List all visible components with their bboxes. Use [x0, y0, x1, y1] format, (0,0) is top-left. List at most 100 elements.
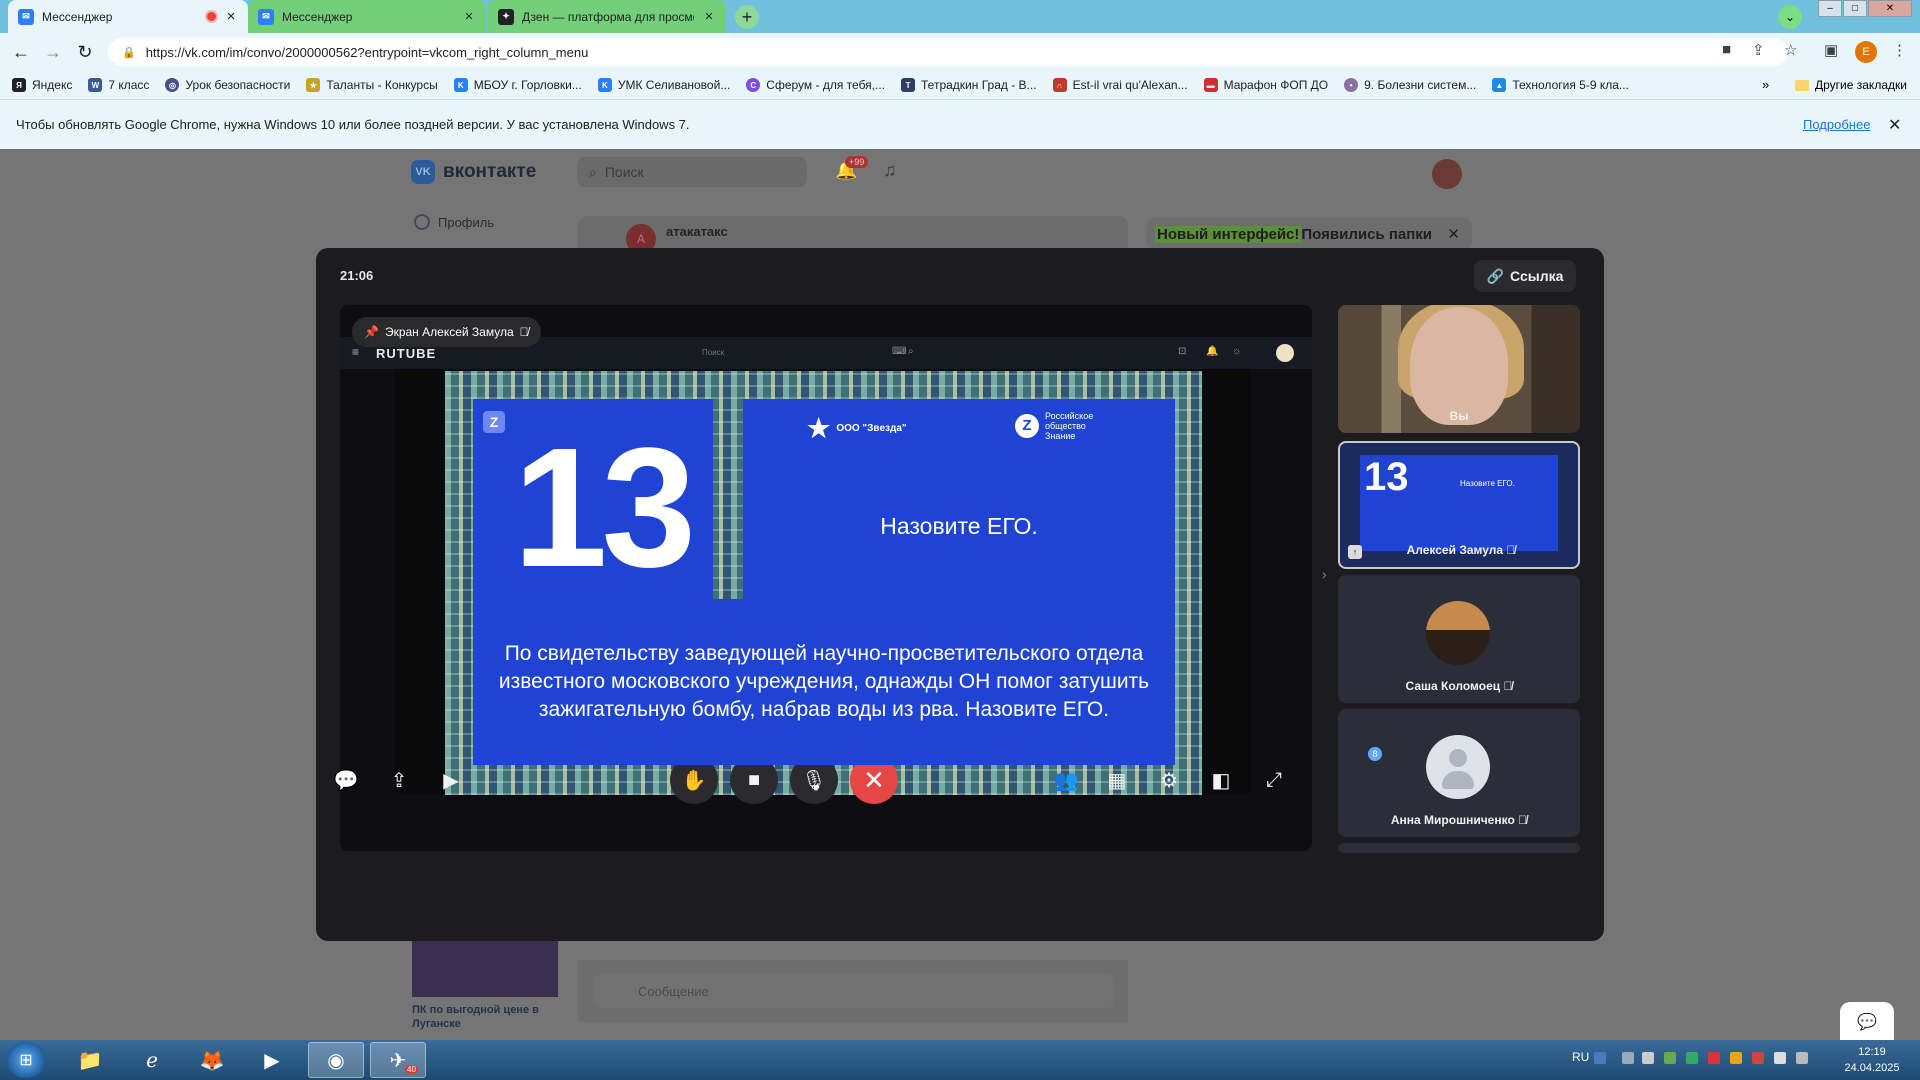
sidebar-item-profile[interactable]: Профиль [414, 214, 494, 230]
other-bookmarks-folder[interactable]: Другие закладки [1795, 71, 1907, 99]
bookmark-favicon-icon: K [453, 78, 468, 92]
side-panel-icon[interactable]: ▣ [1824, 41, 1838, 59]
start-button[interactable]: ⊞ [6, 1042, 46, 1078]
tray-app-icon[interactable] [1730, 1052, 1742, 1064]
chat-bubble-icon[interactable]: 💬 [1840, 1002, 1894, 1042]
participant-tile-screen[interactable]: 13 Назовите ЕГО. ↑ Алексей Замула 🎙̸ [1338, 441, 1580, 569]
bookmark-item[interactable]: Т Тетрадкин Град - В... [901, 78, 1037, 92]
tab-messenger-1[interactable]: ✉ Мессенджер × [8, 0, 248, 33]
telegram-icon[interactable]: ✈ 40 [370, 1042, 426, 1078]
reload-button[interactable]: ↻ [73, 40, 97, 64]
more-bookmarks-chevron-icon[interactable]: » [1762, 77, 1769, 92]
tray-app-icon[interactable] [1708, 1052, 1720, 1064]
bookmark-favicon-icon: K [597, 78, 612, 92]
speaker-muted-icon[interactable] [1796, 1052, 1808, 1064]
ad-image[interactable] [412, 940, 558, 997]
vk-search-input[interactable]: ⌕ Поиск [577, 157, 807, 187]
tab-messenger-2[interactable]: ✉ Мессенджер × [248, 0, 486, 33]
participant-name-row: Алексей Замула 🎙̸ [1340, 543, 1578, 557]
minimize-window-button[interactable]: – [1818, 0, 1842, 17]
fullscreen-icon[interactable]: ⤢ [1250, 756, 1298, 804]
participant-tile[interactable]: Саша Коломоец 🎙̸ [1338, 575, 1580, 703]
bookmark-star-icon[interactable]: ☆ [1784, 41, 1797, 59]
back-button[interactable]: ← [9, 40, 33, 64]
display-icon[interactable] [1774, 1052, 1786, 1064]
volume-icon[interactable] [1642, 1052, 1654, 1064]
chevron-right-icon[interactable]: › [1322, 566, 1327, 582]
call-link-button[interactable]: 🔗 Ссылка [1474, 260, 1576, 292]
camera-in-use-icon[interactable]: ■ [1722, 41, 1731, 58]
tray-app-icon[interactable] [1686, 1052, 1698, 1064]
address-bar[interactable]: 🔒 https://vk.com/im/convo/2000000562?ent… [108, 38, 1788, 66]
message-input[interactable]: Сообщение [594, 974, 1114, 1008]
maximize-window-button[interactable]: □ [1843, 0, 1867, 17]
explorer-icon[interactable]: 📁 [62, 1042, 118, 1078]
rutube-logo: RUTUBE [376, 346, 437, 361]
browser-tab-strip: ✉ Мессенджер × ✉ Мессенджер × ✦ Дзен — п… [0, 0, 1920, 33]
minimize-call-icon[interactable]: ◧ [1197, 756, 1245, 804]
zvezda-logo: ★ ООО "Звезда" [807, 413, 907, 444]
theme-icon: ☼ [1232, 346, 1242, 357]
question-title-panel: ★ ООО "Звезда" Z Российское общество Зна… [743, 399, 1175, 609]
music-icon[interactable]: ♫ [883, 160, 897, 181]
close-icon[interactable]: ✕ [1447, 225, 1460, 243]
new-tab-button[interactable]: + [735, 5, 759, 29]
bookmark-label: 7 класс [108, 78, 150, 92]
bookmarks-bar: Я Яндекс W 7 класс ◎ Урок безопасности ★ Тал… [0, 71, 1920, 99]
participant-tile[interactable]: Анна Мирошниченко 🎙̸ [1338, 709, 1580, 837]
share-icon[interactable]: ⇪ [1752, 41, 1765, 59]
participant-name: Вы [1449, 409, 1469, 423]
network-icon[interactable] [1622, 1052, 1634, 1064]
forward-button[interactable]: → [41, 40, 65, 64]
bookmark-item[interactable]: K МБОУ г. Горловки... [453, 78, 582, 92]
chrome-icon[interactable]: ◉ [308, 1042, 364, 1078]
bookmark-item[interactable]: Я Яндекс [12, 78, 72, 92]
upload-icon: ⊡ [1178, 346, 1187, 357]
system-clock[interactable]: 12:19 24.04.2025 [1832, 1044, 1912, 1076]
bookmark-item[interactable]: K УМК Селивановой... [597, 78, 730, 92]
infobar-learn-more-link[interactable]: Подробнее [1803, 117, 1870, 132]
ad-caption[interactable]: ПК по выгодной цене в Луганске [412, 1003, 562, 1031]
pinned-screen-label[interactable]: 📌 Экран Алексей Замула 🎙̸ [352, 317, 541, 347]
chat-icon[interactable] [274, 756, 322, 804]
media-player-icon[interactable]: ▶ [244, 1042, 300, 1078]
close-tab-icon[interactable]: × [702, 8, 716, 25]
close-tab-icon[interactable]: × [462, 8, 476, 25]
bookmark-item[interactable]: W 7 класс [88, 78, 149, 92]
user-avatar[interactable] [1432, 159, 1462, 189]
bookmark-item[interactable]: ∩ Est-il vrai qu'Alexan... [1052, 78, 1188, 92]
close-icon[interactable]: ✕ [1888, 115, 1901, 135]
vk-search-placeholder: Поиск [604, 164, 644, 180]
tab-dzen[interactable]: ✦ Дзен — платформа для просмо × [488, 0, 726, 33]
bookmark-item[interactable]: ▲ Технология 5-9 кла... [1492, 78, 1629, 92]
browser-toolbar: ← → ↻ 🔒 https://vk.com/im/convo/20000005… [0, 33, 1920, 71]
close-tab-icon[interactable]: × [224, 8, 238, 25]
bookmark-item[interactable]: С Сферум - для тебя,... [746, 78, 885, 92]
share-screen-icon[interactable]: ⇪ [375, 756, 423, 804]
internet-explorer-icon[interactable]: ℯ [124, 1042, 180, 1078]
profile-avatar[interactable]: E [1855, 41, 1877, 63]
vk-logo[interactable]: VK вконтакте [411, 160, 536, 184]
effects-icon[interactable]: ▶ [427, 756, 475, 804]
bookmark-item[interactable]: • 9. Болезни систем... [1344, 78, 1476, 92]
bookmark-item[interactable]: ▬ Марафон ФОП ДО [1203, 78, 1328, 92]
tab-search-button[interactable]: ⌄ [1778, 5, 1802, 29]
close-window-button[interactable]: ✕ [1868, 0, 1912, 17]
participant-tile-self[interactable]: Вы [1338, 305, 1580, 433]
bookmark-item[interactable]: ◎ Урок безопасности [165, 78, 290, 92]
action-center-flag-icon[interactable] [1752, 1052, 1764, 1064]
chrome-menu-icon[interactable]: ⋮ [1892, 41, 1907, 59]
clock-date: 24.04.2025 [1844, 1062, 1900, 1074]
bookmark-item[interactable]: ★ Таланты - Конкурсы [306, 78, 438, 92]
default-avatar-icon [1426, 735, 1490, 799]
participant-tile[interactable] [1338, 843, 1580, 853]
znanie-line: Знание [1045, 431, 1076, 441]
nvidia-icon[interactable] [1664, 1052, 1676, 1064]
language-indicator[interactable]: RU [1572, 1050, 1589, 1064]
help-icon[interactable] [1594, 1052, 1606, 1064]
firefox-icon[interactable]: 🦊 [184, 1042, 240, 1078]
clock-time: 12:19 [1858, 1046, 1886, 1058]
bookmark-favicon-icon: С [746, 78, 761, 92]
search-icon: ⌕ [908, 346, 914, 357]
chat-icon[interactable]: 💬 [322, 756, 370, 804]
